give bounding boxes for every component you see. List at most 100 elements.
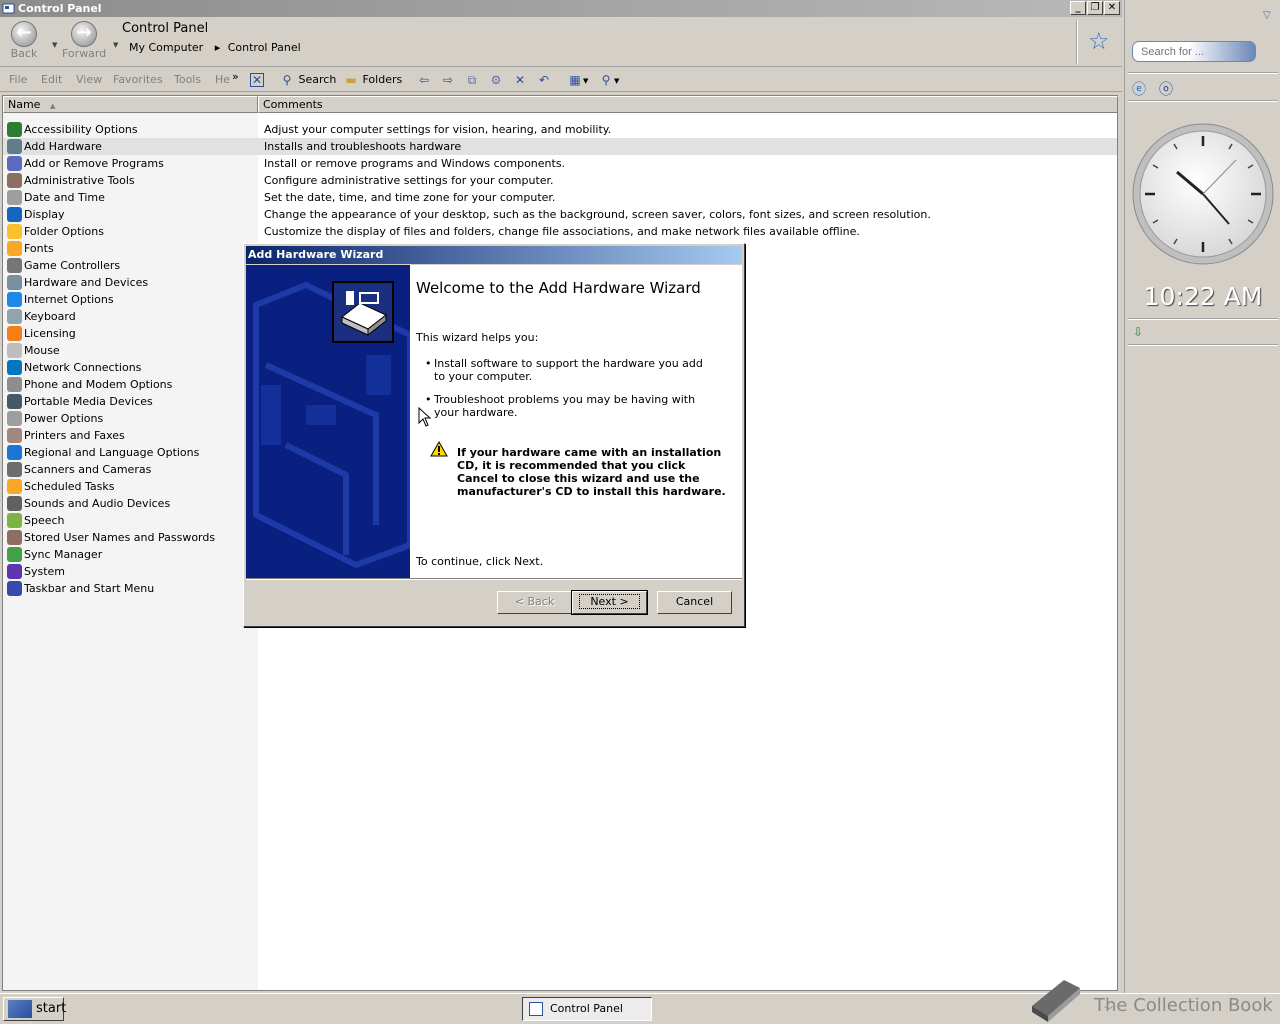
properties-icon: ⚙ xyxy=(490,73,502,87)
list-item-name: Mouse xyxy=(24,344,60,357)
list-item-name: Licensing xyxy=(24,327,76,340)
menu-edit[interactable]: Edit xyxy=(41,73,62,86)
list-item-comment: Configure administrative settings for yo… xyxy=(264,174,554,187)
control-panel-item-icon xyxy=(7,326,22,341)
network-tray-icon[interactable]: ⇩ xyxy=(1133,325,1143,339)
list-item[interactable]: Administrative Tools Configure administra… xyxy=(3,172,1117,189)
forward-button[interactable]: → Forward xyxy=(62,21,106,60)
list-item-name: Game Controllers xyxy=(24,259,121,272)
analog-clock-icon xyxy=(1132,123,1274,265)
copy-to-icon: ⧉ xyxy=(467,73,477,87)
control-panel-item-icon xyxy=(7,190,22,205)
control-panel-item-icon xyxy=(7,360,22,375)
list-item-name: Date and Time xyxy=(24,191,105,204)
control-panel-item-icon xyxy=(7,530,22,545)
control-panel-item-icon xyxy=(7,173,22,188)
taskbar-item-control-panel[interactable]: Control Panel xyxy=(522,997,652,1021)
control-panel-item-icon xyxy=(7,156,22,171)
list-item[interactable]: Add Hardware Installs and troubleshoots h… xyxy=(3,138,1117,155)
list-item-name: Printers and Faxes xyxy=(24,429,125,442)
back-dropdown-icon[interactable]: ▼ xyxy=(52,41,57,49)
breadcrumb-control-panel[interactable]: Control Panel xyxy=(228,41,301,54)
sidebar-search-input[interactable] xyxy=(1132,41,1256,62)
control-panel-item-icon xyxy=(7,207,22,222)
back-button[interactable]: ← Back xyxy=(2,21,46,60)
list-item[interactable]: Accessibility Options Adjust your compute… xyxy=(3,121,1117,138)
control-panel-item-icon xyxy=(7,122,22,137)
wizard-heading: Welcome to the Add Hardware Wizard xyxy=(416,279,701,297)
column-header-comments[interactable]: Comments xyxy=(258,96,1118,113)
menu-file[interactable]: File xyxy=(9,73,27,86)
list-item-name: Portable Media Devices xyxy=(24,395,153,408)
add-hardware-wizard-dialog: Add Hardware Wizard Welcome to the Add H… xyxy=(243,243,745,627)
forward-label: Forward xyxy=(62,47,107,60)
forward-dropdown-icon[interactable]: ▼ xyxy=(113,41,118,49)
sidebar-divider xyxy=(1128,72,1278,74)
dialog-titlebar[interactable]: Add Hardware Wizard xyxy=(246,246,742,264)
search-button[interactable]: ⚲ Search xyxy=(279,71,337,89)
close-button[interactable]: ✕ xyxy=(1104,1,1120,15)
list-item[interactable]: Add or Remove Programs Install or remove … xyxy=(3,155,1117,172)
menu-help[interactable]: He xyxy=(215,73,230,86)
sidebar-collapse-icon[interactable]: ▽ xyxy=(1263,10,1271,21)
menu-view[interactable]: View xyxy=(76,73,102,86)
wizard-continue-text: To continue, click Next. xyxy=(416,555,544,568)
column-header-name[interactable]: Name ▲ xyxy=(3,96,258,113)
wizard-bullet-install: Install software to support the hardware… xyxy=(425,357,714,383)
control-panel-item-icon xyxy=(7,309,22,324)
control-panel-item-icon xyxy=(7,224,22,239)
window-titlebar[interactable]: Control Panel _ ❐ ✕ xyxy=(0,0,1122,17)
clock-time: 10:22 AM xyxy=(1143,282,1263,311)
minimize-button[interactable]: _ xyxy=(1070,1,1086,15)
control-panel-window: Control Panel _ ❐ ✕ ← Back ▼ → Forward ▼… xyxy=(0,0,1122,993)
views-icon: ▦ xyxy=(569,73,581,87)
list-item[interactable]: Folder Options Customize the display of f… xyxy=(3,223,1117,240)
properties-button[interactable]: ⚙ xyxy=(488,71,504,89)
wizard-back-button[interactable]: < Back xyxy=(497,591,572,614)
list-item[interactable]: Date and Time Set the date, time, and tim… xyxy=(3,189,1117,206)
control-panel-item-icon xyxy=(7,292,22,307)
list-item-name: Add or Remove Programs xyxy=(24,157,164,170)
control-panel-item-icon xyxy=(7,462,22,477)
list-item[interactable]: Display Change the appearance of your des… xyxy=(3,206,1117,223)
outlook-icon[interactable]: ⓞ xyxy=(1159,79,1173,99)
list-item-name: Display xyxy=(24,208,65,221)
sidebar-divider xyxy=(1128,344,1278,346)
folders-button-label: Folders xyxy=(362,73,403,86)
control-panel-item-icon xyxy=(7,241,22,256)
move-to-button[interactable]: ⇨ xyxy=(440,71,456,89)
list-item-name: Accessibility Options xyxy=(24,123,138,136)
wizard-next-button[interactable]: Next > xyxy=(571,590,648,615)
delete-icon: ✕ xyxy=(514,73,526,87)
undo-button[interactable]: ↶ xyxy=(536,71,552,89)
up-button[interactable]: ⇦ xyxy=(416,71,432,89)
control-panel-item-icon xyxy=(7,394,22,409)
windows-logo-icon xyxy=(8,1000,32,1018)
favorites-star-icon[interactable]: ☆ xyxy=(1088,27,1110,55)
menu-overflow-icon[interactable]: » xyxy=(232,70,239,83)
menu-favorites[interactable]: Favorites xyxy=(113,73,163,86)
wizard-cancel-button[interactable]: Cancel xyxy=(657,591,732,614)
start-button[interactable]: start xyxy=(3,997,66,1021)
stop-button[interactable]: ✕ xyxy=(250,71,264,89)
restore-button[interactable]: ❐ xyxy=(1087,1,1103,15)
stop-icon: ✕ xyxy=(250,73,264,87)
list-item-name: Hardware and Devices xyxy=(24,276,149,289)
folders-button[interactable]: ▬ Folders xyxy=(343,71,402,89)
taskbar-item-label: Control Panel xyxy=(550,1002,623,1015)
control-panel-item-icon xyxy=(7,496,22,511)
control-panel-item-icon xyxy=(7,513,22,528)
breadcrumb-my-computer[interactable]: My Computer xyxy=(129,41,203,54)
internet-explorer-icon[interactable]: ⓔ xyxy=(1132,79,1146,99)
list-item-name: Stored User Names and Passwords xyxy=(24,531,216,544)
control-panel-item-icon xyxy=(7,428,22,443)
find-button[interactable]: ⚲ ▼ xyxy=(598,71,620,89)
list-item-name: Sounds and Audio Devices xyxy=(24,497,171,510)
delete-button[interactable]: ✕ xyxy=(512,71,528,89)
views-button[interactable]: ▦ ▼ xyxy=(567,71,588,89)
copy-to-button[interactable]: ⧉ xyxy=(464,71,480,89)
wizard-intro: This wizard helps you: xyxy=(416,331,539,344)
wizard-bullet-troubleshoot: Troubleshoot problems you may be having … xyxy=(425,393,714,419)
navigation-bar: ← Back ▼ → Forward ▼ Control Panel My Co… xyxy=(0,17,1122,67)
menu-tools[interactable]: Tools xyxy=(174,73,201,86)
